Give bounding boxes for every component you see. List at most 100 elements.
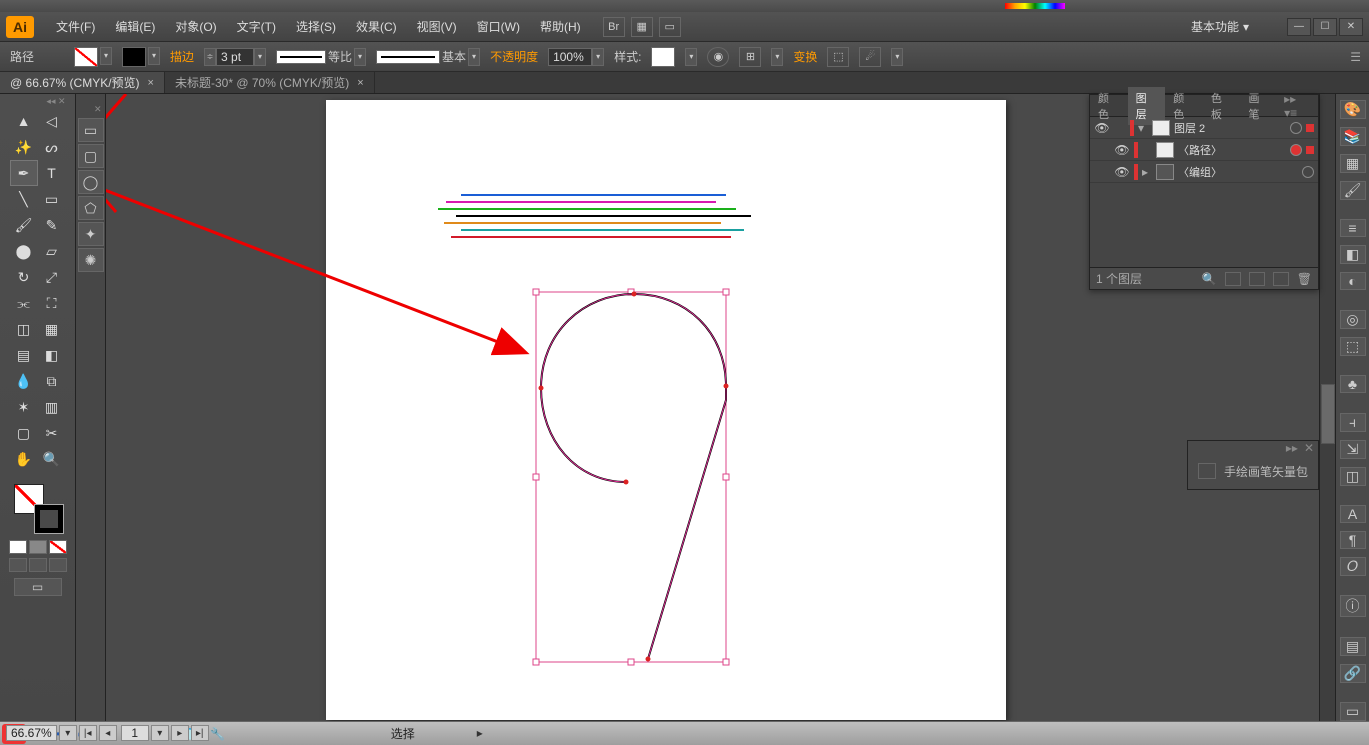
stroke-weight-stepper[interactable]: ≑ bbox=[204, 48, 216, 66]
direct-selection-tool[interactable]: ◁ bbox=[38, 108, 66, 134]
draw-inside-icon[interactable] bbox=[49, 558, 67, 572]
visibility-icon[interactable]: 👁 bbox=[1114, 165, 1130, 179]
menu-file[interactable]: 文件(F) bbox=[46, 14, 105, 39]
graphic-style-swatch[interactable] bbox=[651, 47, 675, 67]
blob-brush-tool[interactable]: ⬤ bbox=[10, 238, 38, 264]
align-icon[interactable]: ⊞ bbox=[739, 47, 761, 67]
eraser-tool[interactable]: ▱ bbox=[38, 238, 66, 264]
fill-dropdown[interactable]: ▾ bbox=[100, 47, 112, 65]
close-icon[interactable]: × bbox=[148, 77, 154, 89]
stroke-weight-input[interactable] bbox=[216, 48, 254, 66]
select-similar-dropdown[interactable]: ▾ bbox=[891, 48, 903, 66]
shape-builder-tool[interactable]: ◫ bbox=[10, 316, 38, 342]
hand-tool[interactable]: ✋ bbox=[10, 446, 38, 472]
artboards-panel-icon[interactable]: ▭ bbox=[1340, 702, 1366, 721]
align-dropdown[interactable]: ▾ bbox=[771, 48, 783, 66]
appearance-panel-icon[interactable]: ◎ bbox=[1340, 310, 1366, 329]
doc-tab-active[interactable]: @ 66.67% (CMYK/预览) × bbox=[0, 72, 165, 93]
menu-view[interactable]: 视图(V) bbox=[407, 14, 467, 39]
lasso-tool[interactable]: ᔕ bbox=[38, 134, 66, 160]
isolate-icon[interactable]: ⬚ bbox=[827, 47, 849, 67]
magic-wand-tool[interactable]: ✨ bbox=[10, 134, 38, 160]
zoom-level[interactable]: 66.67% bbox=[6, 725, 57, 741]
artboard-tool[interactable]: ▢ bbox=[10, 420, 38, 446]
menu-window[interactable]: 窗口(W) bbox=[467, 14, 530, 39]
visibility-icon[interactable]: 👁 bbox=[1114, 143, 1130, 157]
free-transform-tool[interactable]: ⛶ bbox=[38, 290, 66, 316]
slice-tool[interactable]: ✂ bbox=[38, 420, 66, 446]
brush-library-label[interactable]: 手绘画笔矢量包 bbox=[1224, 463, 1308, 480]
brush-library-icon[interactable] bbox=[1198, 463, 1216, 479]
character-panel-icon[interactable]: A bbox=[1340, 505, 1366, 523]
prev-artboard-button[interactable]: ◂ bbox=[99, 725, 117, 741]
ellipse-shape[interactable]: ◯ bbox=[78, 170, 104, 194]
layer-name[interactable]: 图层 2 bbox=[1174, 120, 1286, 136]
actions-panel-icon[interactable]: ▤ bbox=[1340, 637, 1366, 656]
scale-tool[interactable]: ⤢ bbox=[38, 264, 66, 290]
doc-info-panel-icon[interactable]: ⓘ bbox=[1340, 595, 1366, 617]
mesh-tool[interactable]: ▤ bbox=[10, 342, 38, 368]
stroke-panel-icon[interactable]: ≡ bbox=[1340, 219, 1366, 237]
screen-mode-icon[interactable]: ▭ bbox=[659, 17, 681, 37]
opacity-input[interactable] bbox=[548, 48, 592, 66]
graphic-styles-icon[interactable]: ⬚ bbox=[1340, 337, 1366, 356]
width-tool[interactable]: ⫘ bbox=[10, 290, 38, 316]
maximize-button[interactable]: ☐ bbox=[1313, 18, 1337, 36]
scroll-thumb[interactable] bbox=[1321, 384, 1335, 444]
blend-tool[interactable]: ⧉ bbox=[38, 368, 66, 394]
draw-normal-icon[interactable] bbox=[9, 558, 27, 572]
opacity-dropdown[interactable]: ▾ bbox=[592, 48, 604, 66]
star-shape[interactable]: ✦ bbox=[78, 222, 104, 246]
tools-grip[interactable]: ◂◂ ✕ bbox=[8, 96, 68, 108]
new-layer-icon[interactable] bbox=[1273, 272, 1289, 286]
arrange-docs-icon[interactable]: ▦ bbox=[631, 17, 653, 37]
eyedropper-tool[interactable]: 💧 bbox=[10, 368, 38, 394]
brush-dropdown[interactable]: ▾ bbox=[468, 48, 480, 66]
layer-name[interactable]: 〈编组〉 bbox=[1178, 164, 1298, 180]
pen-tool[interactable]: ✒ bbox=[10, 160, 38, 186]
rounded-rect-shape[interactable]: ▢ bbox=[78, 144, 104, 168]
transparency-panel-icon[interactable]: ◐ bbox=[1340, 272, 1366, 290]
layers-panel-icon[interactable]: 📚 bbox=[1340, 127, 1366, 146]
tab-color[interactable]: 颜色 bbox=[1090, 87, 1128, 125]
transform-link[interactable]: 变换 bbox=[793, 48, 817, 65]
make-clip-icon[interactable] bbox=[1225, 272, 1241, 286]
line-tool[interactable]: ╲ bbox=[10, 186, 38, 212]
menu-edit[interactable]: 编辑(E) bbox=[105, 14, 165, 39]
disclosure-icon[interactable]: ▸ bbox=[1142, 165, 1152, 179]
artboard-dropdown[interactable]: ▾ bbox=[151, 725, 169, 741]
menu-help[interactable]: 帮助(H) bbox=[530, 14, 591, 39]
transform-panel-icon[interactable]: ⇲ bbox=[1340, 440, 1366, 459]
disclosure-icon[interactable]: ▾ bbox=[1138, 121, 1148, 135]
type-tool[interactable]: T bbox=[38, 160, 66, 186]
selection-tool[interactable]: ▲ bbox=[10, 108, 38, 134]
zoom-tool[interactable]: 🔍 bbox=[38, 446, 66, 472]
target-icon[interactable] bbox=[1290, 144, 1302, 156]
first-artboard-button[interactable]: |◂ bbox=[79, 725, 97, 741]
color-panel-icon[interactable]: 🎨 bbox=[1340, 100, 1366, 119]
artboard-number[interactable]: 1 bbox=[121, 725, 149, 741]
fill-stroke-indicator[interactable] bbox=[10, 480, 66, 536]
delete-layer-icon[interactable]: 🗑 bbox=[1297, 272, 1312, 286]
locate-icon[interactable]: 🔍 bbox=[1202, 272, 1217, 286]
close-icon[interactable]: × bbox=[357, 77, 363, 89]
flare-shape[interactable]: ✺ bbox=[78, 248, 104, 272]
stroke-dropdown[interactable]: ▾ bbox=[148, 47, 160, 65]
opacity-link[interactable]: 不透明度 bbox=[490, 48, 538, 65]
minimize-button[interactable]: — bbox=[1287, 18, 1311, 36]
layer-row[interactable]: 👁 〈路径〉 bbox=[1090, 139, 1318, 161]
rotate-tool[interactable]: ↻ bbox=[10, 264, 38, 290]
symbol-sprayer-tool[interactable]: ✶ bbox=[10, 394, 38, 420]
paragraph-panel-icon[interactable]: ¶ bbox=[1340, 531, 1366, 549]
menu-object[interactable]: 对象(O) bbox=[165, 14, 226, 39]
bridge-icon[interactable]: Br bbox=[603, 17, 625, 37]
control-menu-icon[interactable]: ☰ bbox=[1350, 50, 1361, 64]
gradient-panel-icon[interactable]: ◧ bbox=[1340, 245, 1366, 264]
flyout-grip[interactable]: ✕ bbox=[78, 104, 104, 116]
status-menu-icon[interactable]: ▸ bbox=[477, 726, 483, 740]
brushes-panel-icon[interactable]: 🖌 bbox=[1340, 181, 1366, 200]
color-none-icon[interactable] bbox=[49, 540, 67, 554]
layer-row[interactable]: 👁 ▸ 〈编组〉 bbox=[1090, 161, 1318, 183]
color-solid-icon[interactable] bbox=[9, 540, 27, 554]
perspective-tool[interactable]: ▦ bbox=[38, 316, 66, 342]
